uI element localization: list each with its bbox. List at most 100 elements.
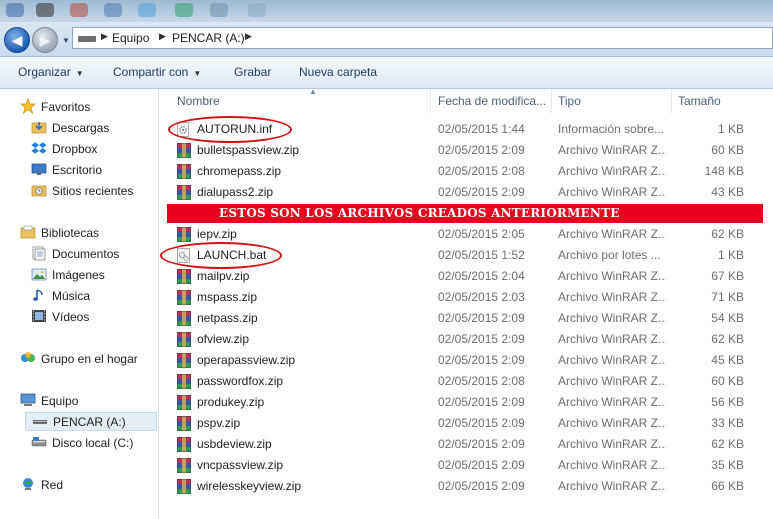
file-date: 02/05/2015 2:09: [438, 479, 525, 493]
file-row[interactable]: wirelesskeyview.zip 02/05/2015 2:09 Archiv…: [159, 476, 773, 497]
address-bar[interactable]: ▶ Equipo ▶ PENCAR (A:) ▶: [72, 27, 773, 49]
column-header-type[interactable]: Tipo: [552, 89, 672, 113]
sidebar-item-descargas[interactable]: Descargas: [31, 119, 109, 138]
file-name: operapassview.zip: [197, 353, 296, 367]
annotation-banner: ESTOS SON LOS ARCHIVOS CREADOS ANTERIORM…: [167, 204, 763, 223]
breadcrumb-equipo[interactable]: Equipo: [112, 31, 149, 45]
file-type: Archivo WinRAR Z...: [558, 269, 666, 283]
breadcrumb-pencar[interactable]: PENCAR (A:): [172, 31, 245, 45]
file-date: 02/05/2015 2:08: [438, 374, 525, 388]
column-header-date[interactable]: Fecha de modifica...: [432, 89, 552, 113]
column-header-size[interactable]: Tamaño: [672, 89, 773, 113]
file-name: vncpassview.zip: [197, 458, 284, 472]
file-date: 02/05/2015 2:09: [438, 395, 525, 409]
file-row[interactable]: produkey.zip 02/05/2015 2:09 Archivo WinRA…: [159, 392, 773, 413]
sidebar-item-label: Escritorio: [52, 163, 103, 177]
file-name: netpass.zip: [197, 311, 258, 325]
file-type: Archivo por lotes ...: [558, 248, 661, 262]
file-name: chromepass.zip: [197, 164, 282, 178]
sidebar-item-label: Documentos: [52, 247, 120, 261]
recent-places-icon: [31, 182, 47, 198]
forward-button[interactable]: ▶: [32, 27, 58, 53]
homegroup-icon: [20, 350, 36, 366]
sidebar-item-musica[interactable]: Música: [31, 287, 90, 306]
blurred-icon: [104, 3, 122, 17]
sidebar-item-label: Vídeos: [52, 310, 90, 324]
navigation-pane: Favoritos Descargas Dropbox Escritorio S…: [0, 89, 159, 519]
file-row[interactable]: passwordfox.zip 02/05/2015 2:08 Archivo Wi…: [159, 371, 773, 392]
file-size: 62 KB: [711, 227, 744, 241]
file-row[interactable]: vncpassview.zip 02/05/2015 2:09 Archivo Wi…: [159, 455, 773, 476]
file-date: 02/05/2015 2:05: [438, 227, 525, 241]
file-row[interactable]: chromepass.zip 02/05/2015 2:08 Archivo Win…: [159, 161, 773, 182]
file-date: 02/05/2015 2:03: [438, 290, 525, 304]
file-type: Archivo WinRAR Z...: [558, 164, 666, 178]
sidebar-item-bibliotecas[interactable]: Bibliotecas: [20, 224, 99, 243]
share-menu[interactable]: Compartir con ▼: [113, 65, 201, 79]
sidebar-item-dropbox[interactable]: Dropbox: [31, 140, 97, 159]
file-date: 02/05/2015 2:09: [438, 458, 525, 472]
download-folder-icon: [31, 119, 47, 135]
winrar-zip-icon: [176, 226, 192, 243]
navigation-bar: ◀ ▶ ▼ ▶ Equipo ▶ PENCAR (A:) ▶: [0, 22, 773, 57]
file-row[interactable]: dialupass2.zip 02/05/2015 2:09 Archivo Win…: [159, 182, 773, 203]
sidebar-item-documentos[interactable]: Documentos: [31, 245, 119, 264]
sidebar-item-grupo-hogar[interactable]: Grupo en el hogar: [20, 350, 138, 369]
file-type: Archivo WinRAR Z...: [558, 374, 666, 388]
sidebar-item-escritorio[interactable]: Escritorio: [31, 161, 102, 180]
sidebar-item-equipo[interactable]: Equipo: [20, 392, 78, 411]
burn-button[interactable]: Grabar: [234, 65, 271, 79]
recent-pages-dropdown-icon[interactable]: ▼: [62, 36, 70, 45]
computer-icon: [20, 392, 36, 408]
back-button[interactable]: ◀: [4, 27, 30, 53]
file-row[interactable]: usbdeview.zip 02/05/2015 2:09 Archivo WinR…: [159, 434, 773, 455]
winrar-zip-icon: [176, 268, 192, 285]
winrar-zip-icon: [176, 142, 192, 159]
breadcrumb-separator-icon[interactable]: ▶: [159, 31, 166, 42]
file-name: passwordfox.zip: [197, 374, 284, 388]
sidebar-item-sitios-recientes[interactable]: Sitios recientes: [31, 182, 133, 201]
winrar-zip-icon: [176, 184, 192, 201]
command-toolbar: Organizar ▼ Compartir con ▼ Grabar Nueva c…: [0, 57, 773, 89]
file-size: 67 KB: [711, 269, 744, 283]
file-row[interactable]: mspass.zip 02/05/2015 2:03 Archivo WinRAR …: [159, 287, 773, 308]
winrar-zip-icon: [176, 310, 192, 327]
winrar-zip-icon: [176, 331, 192, 348]
organize-menu[interactable]: Organizar ▼: [18, 65, 84, 79]
file-row[interactable]: iepv.zip 02/05/2015 2:05 Archivo WinRAR Z.…: [159, 224, 773, 245]
column-header-name[interactable]: Nombre ▲: [171, 87, 431, 113]
file-size: 1 KB: [717, 122, 744, 136]
file-size: 1 KB: [717, 248, 744, 262]
file-type: Archivo WinRAR Z...: [558, 416, 666, 430]
sidebar-item-pencar[interactable]: PENCAR (A:): [25, 412, 157, 431]
sidebar-item-label: Grupo en el hogar: [41, 352, 138, 366]
documents-icon: [31, 245, 47, 261]
annotation-circle-autorun: [168, 116, 292, 143]
file-row[interactable]: mailpv.zip 02/05/2015 2:04 Archivo WinRAR …: [159, 266, 773, 287]
blurred-icon: [6, 3, 24, 17]
sidebar-item-imagenes[interactable]: Imágenes: [31, 266, 105, 285]
file-row[interactable]: netpass.zip 02/05/2015 2:09 Archivo WinRAR…: [159, 308, 773, 329]
sidebar-item-red[interactable]: Red: [20, 476, 63, 495]
organize-label: Organizar: [18, 65, 71, 79]
breadcrumb-separator-icon[interactable]: ▶: [245, 31, 252, 42]
file-name: ofview.zip: [197, 332, 250, 346]
sidebar-item-label: Favoritos: [41, 100, 91, 114]
file-size: 60 KB: [711, 374, 744, 388]
sidebar-item-videos[interactable]: Vídeos: [31, 308, 89, 327]
file-row[interactable]: bulletspassview.zip 02/05/2015 2:09 Archiv…: [159, 140, 773, 161]
file-type: Archivo WinRAR Z...: [558, 353, 666, 367]
file-row[interactable]: operapassview.zip 02/05/2015 2:09 Archivo …: [159, 350, 773, 371]
sidebar-item-disco-local[interactable]: Disco local (C:): [31, 434, 133, 453]
file-row[interactable]: ofview.zip 02/05/2015 2:09 Archivo WinRAR …: [159, 329, 773, 350]
new-folder-button[interactable]: Nueva carpeta: [299, 65, 377, 79]
sidebar-item-favoritos[interactable]: Favoritos: [20, 98, 90, 117]
file-date: 02/05/2015 2:08: [438, 164, 525, 178]
breadcrumb-separator-icon[interactable]: ▶: [101, 31, 108, 42]
file-name: usbdeview.zip: [197, 437, 272, 451]
file-date: 02/05/2015 2:09: [438, 311, 525, 325]
file-row[interactable]: pspv.zip 02/05/2015 2:09 Archivo WinRAR Z.…: [159, 413, 773, 434]
file-type: Información sobre...: [558, 122, 665, 136]
blurred-icon: [175, 3, 193, 17]
file-type: Archivo WinRAR Z...: [558, 479, 666, 493]
